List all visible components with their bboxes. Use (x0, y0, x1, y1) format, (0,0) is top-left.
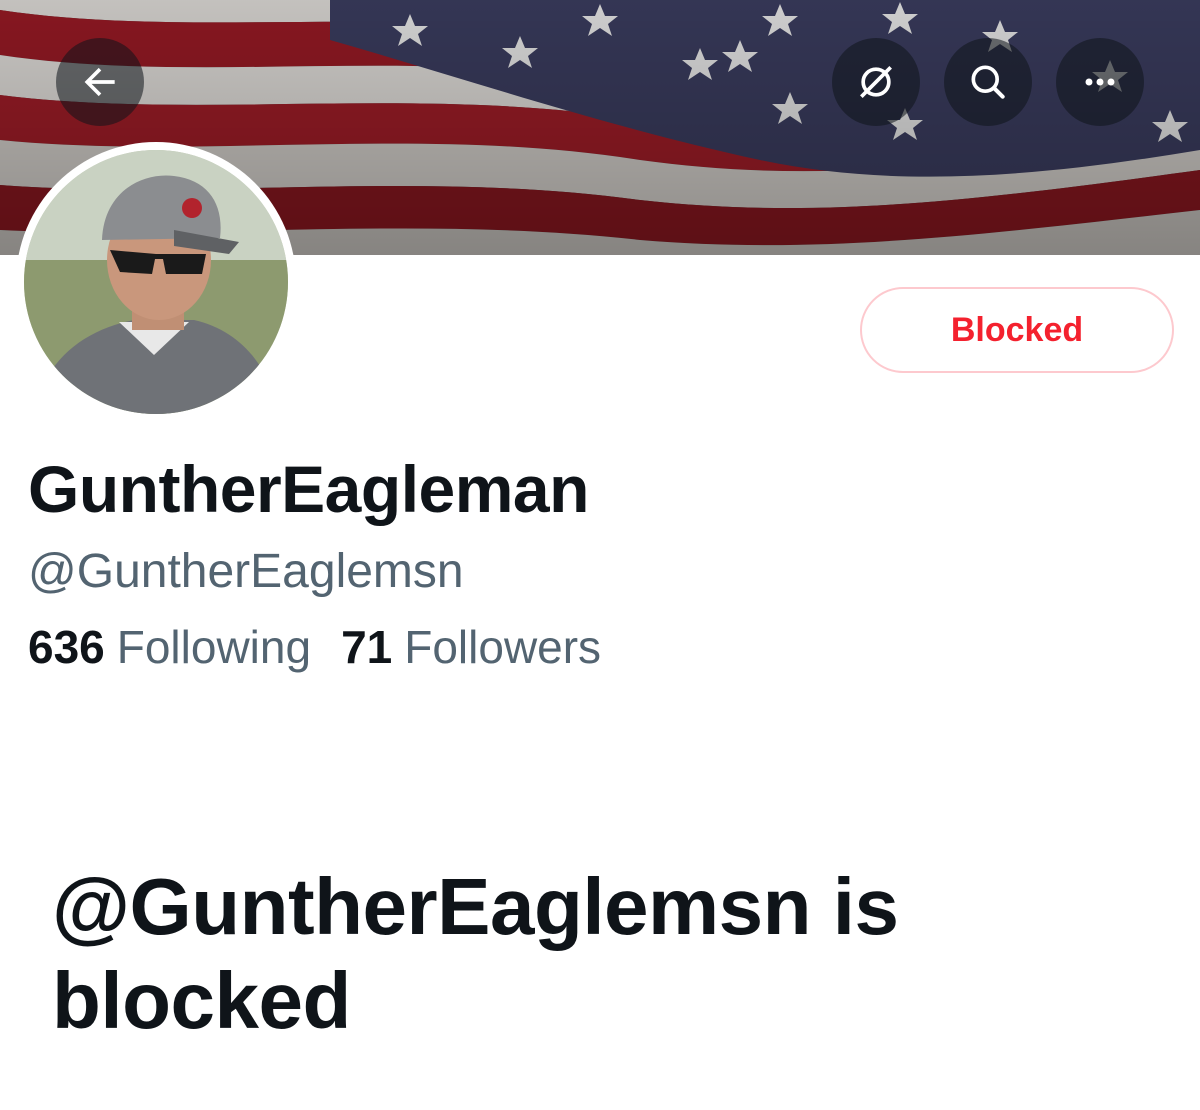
avatar[interactable] (16, 142, 296, 422)
search-icon (971, 65, 1005, 99)
following-label: Following (116, 621, 312, 673)
following-count: 636 (28, 621, 105, 673)
blocked-button-label: Blocked (950, 310, 1084, 349)
followers-label: Followers (404, 621, 602, 673)
follow-stats: 636 Following 71 Followers (28, 624, 631, 670)
blocked-message: @GuntherEaglemsn is blocked (52, 862, 899, 1046)
translate-icon (860, 66, 892, 98)
more-icon (1085, 78, 1115, 86)
display-name: GuntherEagleman (28, 452, 589, 526)
avatar-photo (24, 150, 288, 414)
more-button[interactable] (1056, 38, 1144, 126)
following-link[interactable]: 636 Following (28, 624, 311, 670)
followers-link[interactable]: 71 Followers (341, 624, 601, 670)
blocked-button[interactable]: Blocked (860, 287, 1174, 373)
arrow-left-icon (84, 67, 115, 97)
followers-count: 71 (341, 621, 393, 673)
back-button[interactable] (56, 38, 144, 126)
search-button[interactable] (944, 38, 1032, 126)
user-handle: @GuntherEaglemsn (28, 545, 464, 598)
translate-button[interactable] (832, 38, 920, 126)
